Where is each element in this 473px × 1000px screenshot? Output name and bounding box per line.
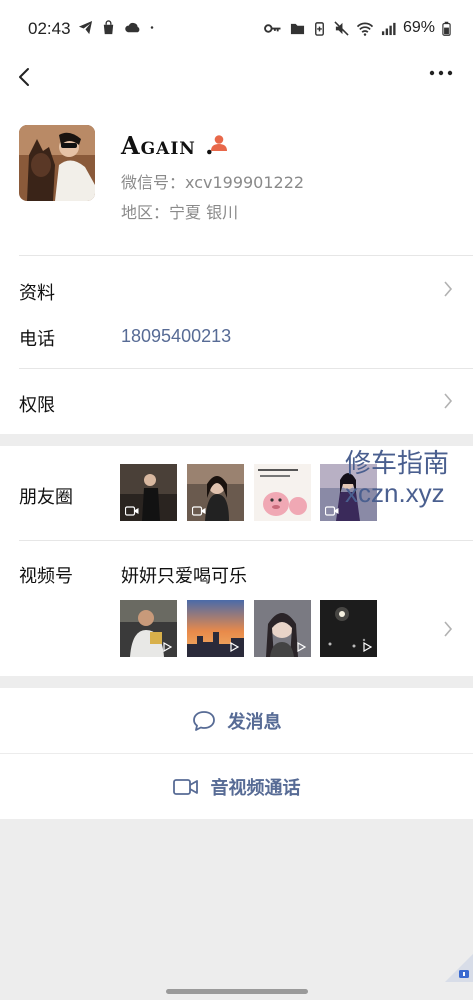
- back-arrow-icon[interactable]: [14, 66, 36, 88]
- moments-thumbnail[interactable]: [254, 464, 311, 521]
- info-row[interactable]: 资料: [0, 256, 473, 322]
- wechat-id: 微信号：xcv199901222: [121, 173, 305, 192]
- channels-thumbnail[interactable]: [254, 600, 311, 657]
- chat-bubble-icon: [192, 710, 215, 731]
- status-bar: 02:43 69%: [0, 0, 473, 58]
- mute-icon: [334, 20, 349, 36]
- play-icon: [163, 642, 172, 652]
- status-time: 02:43: [28, 19, 71, 38]
- video-icon: [325, 506, 339, 516]
- battery-icon: [442, 21, 451, 36]
- play-icon: [297, 642, 306, 652]
- key-icon: [264, 23, 281, 33]
- info-label: 资料: [19, 283, 55, 304]
- battery-percent: 69%: [402, 19, 435, 36]
- video-icon: [125, 506, 139, 516]
- folder-icon: [290, 23, 305, 34]
- channels-thumbnail[interactable]: [120, 600, 177, 657]
- video-call-label: 音视频通话: [210, 777, 301, 799]
- chevron-right-icon: [444, 281, 453, 297]
- video-camera-icon: [172, 778, 198, 795]
- play-icon: [230, 642, 239, 652]
- moments-thumbnail[interactable]: [187, 464, 244, 521]
- corner-badge-icon: [445, 954, 473, 982]
- home-indicator[interactable]: [166, 989, 308, 994]
- wifi-icon: [356, 22, 374, 36]
- channels-label: 视频号: [19, 566, 73, 587]
- region: 地区：宁夏 银川: [121, 203, 239, 222]
- channels-row[interactable]: 视频号 妍妍只爱喝可乐: [0, 541, 473, 676]
- phone-label: 电话: [19, 329, 55, 350]
- send-message-label: 发消息: [227, 711, 282, 733]
- profile-header: Again . 微信号：xcv199901222 地区：宁夏 银川: [0, 108, 473, 256]
- cloud-icon: [125, 22, 140, 33]
- permission-label: 权限: [19, 395, 55, 416]
- avatar[interactable]: [19, 125, 95, 201]
- dot-icon: [150, 26, 154, 29]
- watermark: 修车指南 xczn.xyz: [345, 448, 473, 508]
- permission-row[interactable]: 权限: [0, 369, 473, 434]
- watermark-line: xczn.xyz: [345, 478, 445, 508]
- info-section: 资料 电话 18095400213 权限: [0, 256, 473, 434]
- battery-saver-icon: [315, 21, 324, 36]
- status-left-icons: [78, 20, 158, 35]
- phone-row: 电话 18095400213: [0, 322, 473, 368]
- channels-thumbnail[interactable]: [187, 600, 244, 657]
- profile-name: Again .: [121, 131, 215, 160]
- video-icon: [192, 506, 206, 516]
- moments-thumbnail[interactable]: [120, 464, 177, 521]
- video-call-button[interactable]: 音视频通话: [0, 754, 473, 819]
- telegram-icon: [78, 20, 93, 35]
- channels-name: 妍妍只爱喝可乐: [121, 566, 247, 587]
- chevron-right-icon: [444, 621, 453, 637]
- channels-thumbnail[interactable]: [320, 600, 377, 657]
- phone-number[interactable]: 18095400213: [121, 326, 231, 347]
- chevron-right-icon: [444, 393, 453, 409]
- gender-icon: [211, 135, 227, 151]
- more-options-icon[interactable]: [429, 68, 453, 78]
- status-right-icons: 69%: [263, 19, 451, 37]
- nav-bar: [0, 58, 473, 108]
- bag-icon: [103, 20, 114, 35]
- watermark-line: 修车指南: [345, 448, 450, 478]
- moments-label: 朋友圈: [19, 487, 73, 508]
- signal-icon: [381, 22, 396, 35]
- send-message-button[interactable]: 发消息: [0, 688, 473, 753]
- play-icon: [363, 642, 372, 652]
